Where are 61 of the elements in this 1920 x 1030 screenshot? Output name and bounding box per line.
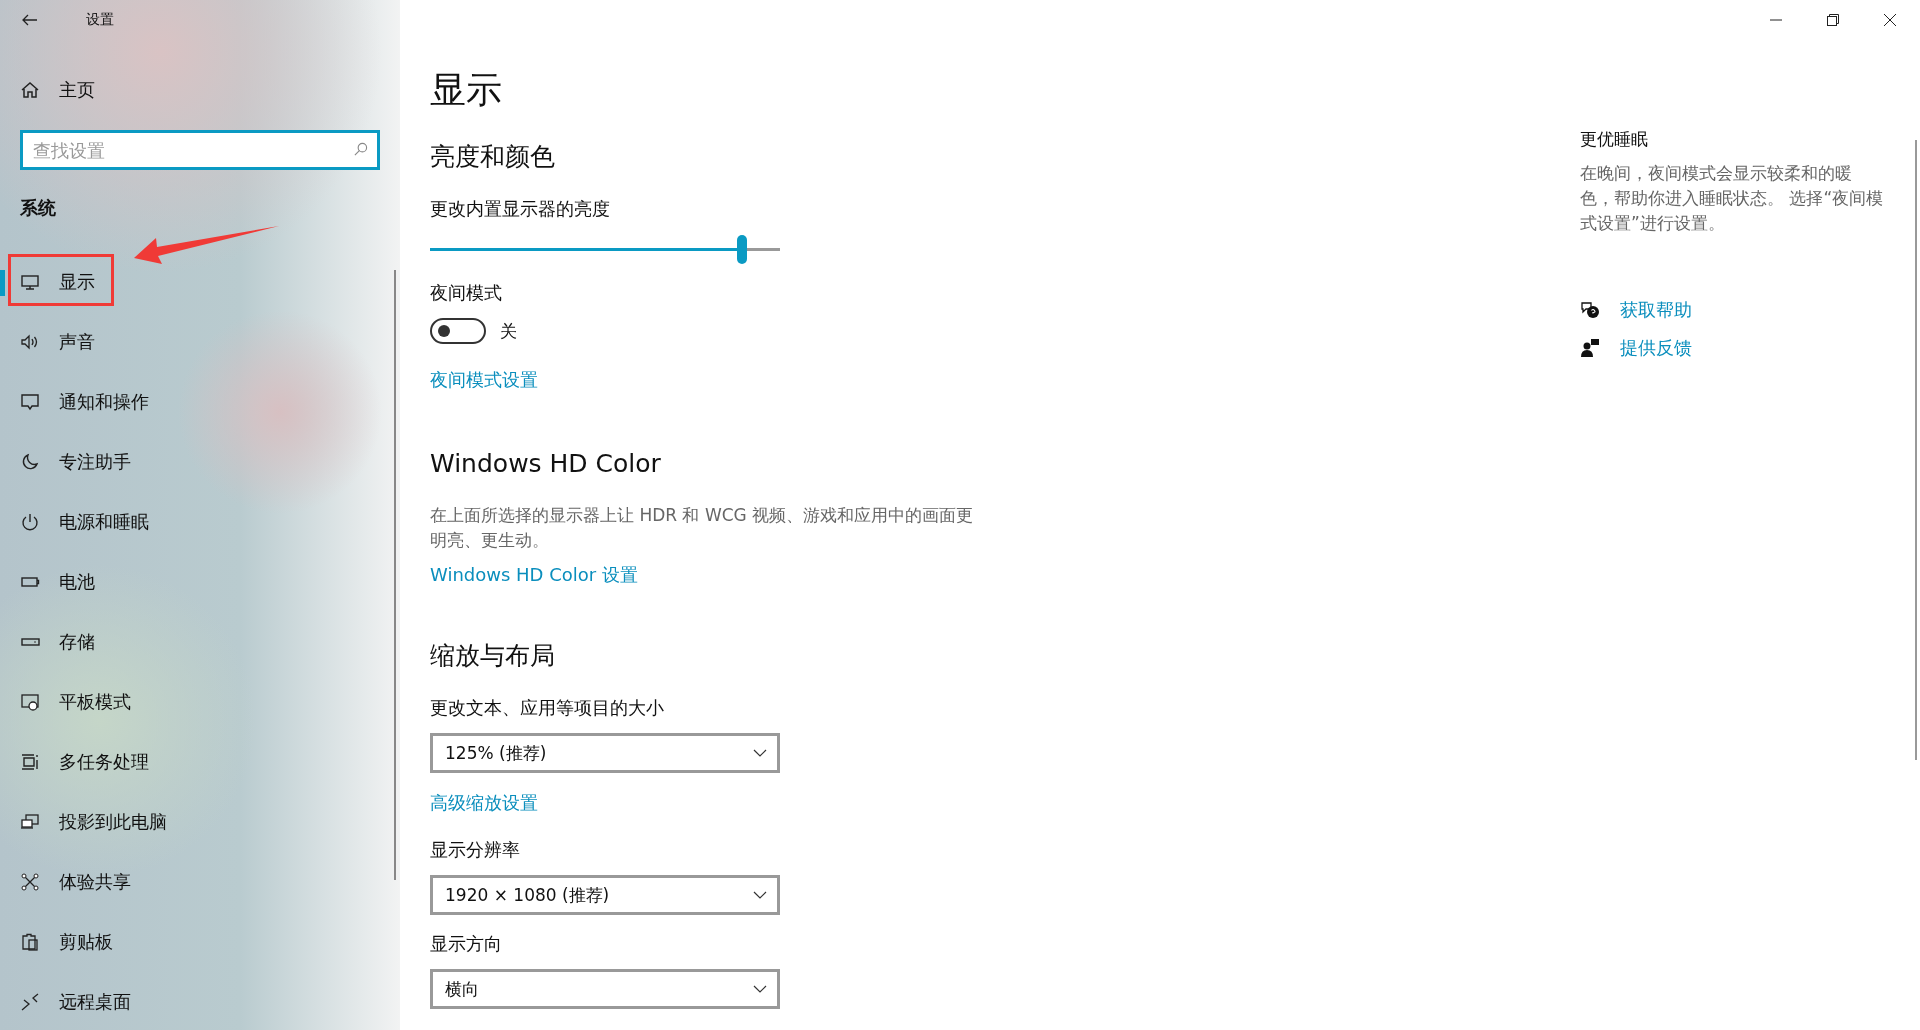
chat-question-icon <box>1580 300 1600 320</box>
sidebar-item[interactable]: 平板模式 <box>0 672 400 732</box>
section-heading: 缩放与布局 <box>430 640 556 672</box>
person-feedback-icon <box>1580 338 1600 358</box>
sidebar-item[interactable]: 专注助手 <box>0 432 400 492</box>
description-text: 在上面所选择的显示器上让 HDR 和 WCG 视频、游戏和应用中的画面更明亮、更生动。 <box>430 504 975 552</box>
sidebar-item[interactable]: 电源和睡眠 <box>0 492 400 552</box>
search-field[interactable]: 查找设置 <box>20 130 380 170</box>
tablet-icon <box>20 692 40 712</box>
monitor-icon <box>20 272 40 292</box>
aside-description: 在晚间，夜间模式会显示较柔和的暖色，帮助你进入睡眠状态。 选择“夜间模式设置”进行设置。 <box>1580 162 1885 235</box>
sidebar-item[interactable]: 通知和操作 <box>0 372 400 432</box>
sidebar-item[interactable]: 体验共享 <box>0 852 400 912</box>
home-icon <box>20 80 40 100</box>
clipboard-icon <box>20 932 40 952</box>
back-icon[interactable] <box>22 14 38 26</box>
windows-icon <box>20 752 40 772</box>
power-icon <box>20 512 40 532</box>
screens-icon <box>20 812 40 832</box>
section-heading: 系统 <box>19 196 57 220</box>
speaker-icon <box>20 332 40 352</box>
dropdown-label: 显示分辨率 <box>430 838 521 862</box>
sidebar-item[interactable]: 远程桌面 <box>0 972 400 1030</box>
brightness-slider[interactable] <box>430 234 780 264</box>
hd-color-settings-link[interactable]: Windows HD Color 设置 <box>430 563 638 587</box>
toggle-switch[interactable] <box>430 318 486 344</box>
search-icon <box>353 142 368 157</box>
moon-icon <box>20 452 40 472</box>
home-nav-item[interactable]: 主页 <box>0 60 400 120</box>
sidebar-item[interactable]: 剪贴板 <box>0 912 400 972</box>
window-title: 设置 <box>86 11 114 29</box>
dropdown[interactable]: 横向 <box>430 969 780 1009</box>
section-heading: 亮度和颜色 <box>430 141 556 173</box>
advanced-scaling-link[interactable]: 高级缩放设置 <box>430 791 538 815</box>
sidebar-item[interactable]: 电池 <box>0 552 400 612</box>
section-heading: Windows HD Color <box>430 448 662 480</box>
sidebar-item[interactable]: 投影到此电脑 <box>0 792 400 852</box>
sidebar-item[interactable]: 存储 <box>0 612 400 672</box>
slider-label: 更改内置显示器的亮度 <box>430 197 611 221</box>
sidebar-item[interactable]: 多任务处理 <box>0 732 400 792</box>
dropdown-label: 更改文本、应用等项目的大小 <box>430 696 665 720</box>
sidebar-item[interactable]: 声音 <box>0 312 400 372</box>
restore-icon[interactable] <box>1827 14 1839 26</box>
chevron-down-icon <box>753 749 767 757</box>
speech-bubble-icon <box>20 392 40 412</box>
dropdown[interactable]: 1920 × 1080 (推荐) <box>430 875 780 915</box>
dropdown-label: 显示方向 <box>430 932 503 956</box>
dropdown[interactable]: 125% (推荐) <box>430 733 780 773</box>
aside-heading: 更优睡眠 <box>1580 128 1649 151</box>
network-icon <box>20 872 40 892</box>
chevrons-icon <box>20 992 40 1012</box>
close-icon[interactable] <box>1884 14 1896 26</box>
chevron-down-icon <box>753 985 767 993</box>
get-help-link[interactable]: 获取帮助 <box>1620 298 1692 322</box>
toggle-state: 关 <box>500 319 517 343</box>
night-light-settings-link[interactable]: 夜间模式设置 <box>430 368 538 392</box>
chevron-down-icon <box>753 891 767 899</box>
feedback-link[interactable]: 提供反馈 <box>1620 336 1692 360</box>
toggle-label: 夜间模式 <box>430 281 503 305</box>
page-title: 显示 <box>430 68 503 112</box>
sidebar-item[interactable]: 显示 <box>0 252 400 312</box>
